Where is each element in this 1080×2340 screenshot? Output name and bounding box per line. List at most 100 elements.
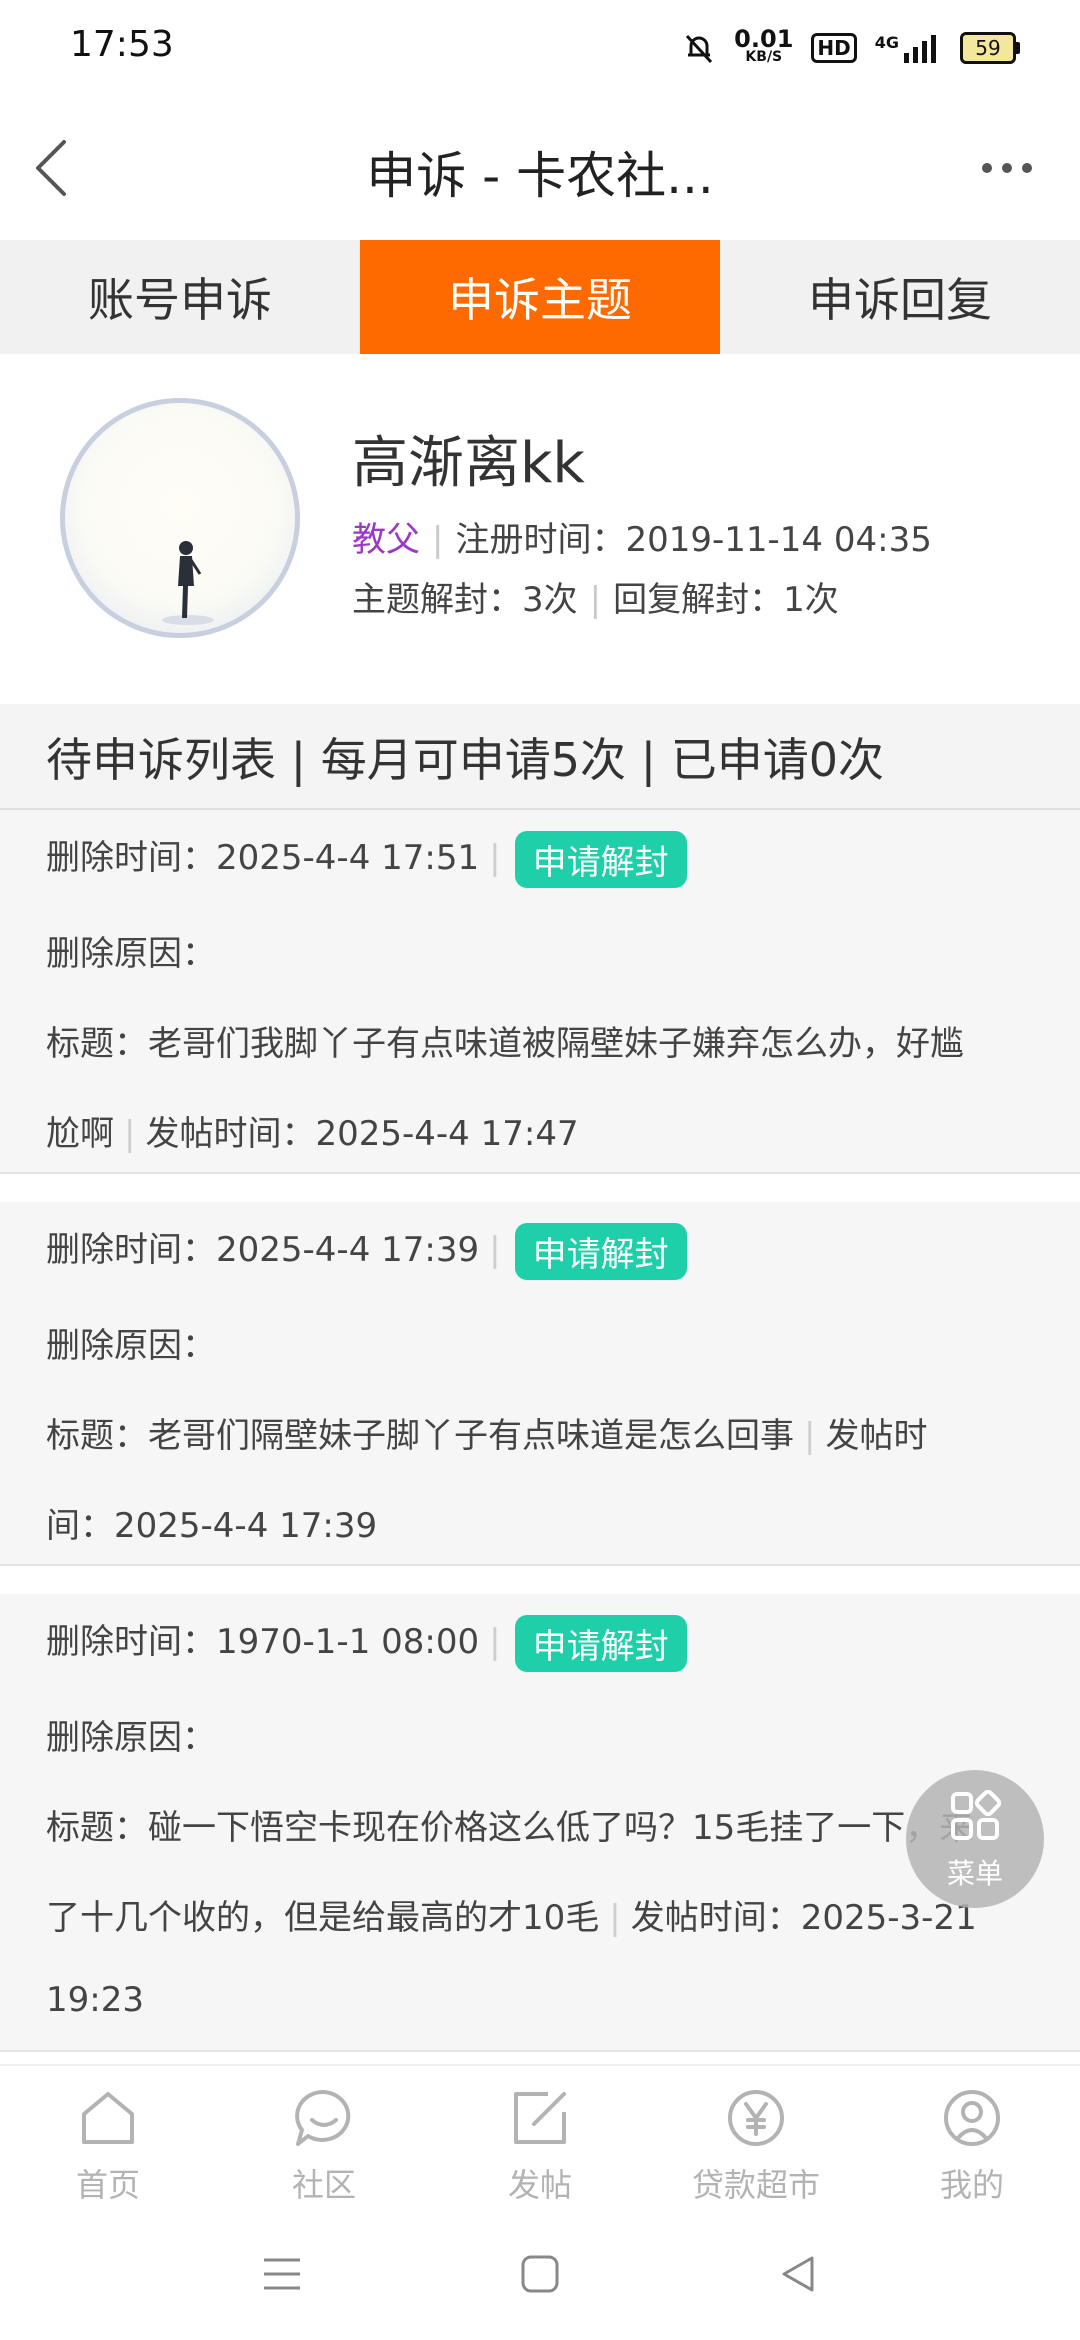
tab-topic-appeal[interactable]: 申诉主题 [360,240,720,354]
nav-community-label: 社区 [291,2166,356,2204]
appeal-tabs: 账号申诉 申诉主题 申诉回复 [0,240,1080,354]
back-triangle-icon[interactable] [778,2254,818,2294]
edit-icon [514,2092,566,2144]
post-title-line2: 尬啊 | 发帖时间：2025-4-4 17:47 [46,1106,579,1155]
post-time-label-a: 发帖时 [825,1416,928,1456]
battery-icon: 59 [960,32,1016,64]
delete-time-row: 删除时间：1970-1-1 08:00 | 申请解封 [46,1614,687,1672]
list-item: 删除时间：2025-4-4 17:51 | 申请解封 删除原因： 标题：老哥们我脚丫… [0,810,1080,1174]
delete-time-label: 删除时间： [46,1622,216,1662]
page-title: 申诉 - 卡农社... [366,147,714,205]
hd-badge: HD [811,33,857,63]
floating-menu-button[interactable]: 菜单 [906,1770,1044,1908]
top-header: 申诉 - 卡农社... [0,96,1080,240]
reg-time: 2019-11-14 04:35 [625,520,932,560]
post-title-line1: 标题：老哥们我脚丫子有点味道被隔壁妹子嫌弃怎么办，好尴 [46,1016,964,1065]
system-nav-bar [0,2208,1080,2340]
delete-time: 2025-4-4 17:51 [216,838,480,878]
post-time-label-b: 间： [46,1506,114,1546]
user-level: 教父 [352,520,420,560]
nav-post[interactable]: 发帖 [432,2066,648,2210]
profile-meta-line2: 主题解封：3次 | 回复解封：1次 [352,572,839,621]
post-time-line3: 19:23 [46,1980,144,2020]
post-time-label: 发帖时间： [630,1898,801,1938]
reg-time-label: 注册时间： [455,520,626,560]
nav-home[interactable]: 首页 [0,2066,216,2210]
tab-reply-appeal[interactable]: 申诉回复 [720,240,1080,354]
home-icon [82,2092,134,2144]
username: 高渐离kk [352,431,585,496]
post-title-line2: 间：2025-4-4 17:39 [46,1498,377,1547]
floating-menu-label: 菜单 [946,1857,1003,1890]
menu-lines-icon[interactable] [262,2254,302,2294]
speed-value: 0.01 [734,25,794,53]
pending-list-header: 待申诉列表 | 每月可申请5次 | 已申请0次 [0,704,1080,810]
post-title-cont[interactable]: 了十几个收的，但是给最高的才10毛 [46,1898,599,1938]
avatar-figure-icon [162,541,214,625]
nav-community[interactable]: 社区 [216,2066,432,2210]
post-title-line1: 标题：老哥们隔壁妹子脚丫子有点味道是怎么回事 | 发帖时 [46,1408,927,1457]
delete-time-row: 删除时间：2025-4-4 17:39 | 申请解封 [46,1222,687,1280]
back-arrow-icon[interactable] [26,136,86,200]
nav-post-label: 发帖 [507,2166,572,2204]
reply-unseal-count: 1次 [783,580,839,620]
delete-time: 1970-1-1 08:00 [216,1622,480,1662]
apply-unseal-button[interactable]: 申请解封 [514,1223,687,1280]
nav-loan-market[interactable]: 贷款超市 [648,2066,864,2210]
post-title-cont[interactable]: 尬啊 [46,1114,114,1154]
nav-profile[interactable]: 我的 [864,2066,1080,2210]
divider: | [489,1622,501,1662]
status-time: 17:53 [70,24,174,65]
delete-reason-label: 删除原因： [46,1718,216,1758]
delete-time-label: 删除时间： [46,1230,216,1270]
apply-unseal-button[interactable]: 申请解封 [514,1615,687,1672]
pending-list-title: 待申诉列表 | 每月可申请5次 | 已申请0次 [46,733,885,787]
signal-icon [904,35,936,63]
nav-loan-market-label: 贷款超市 [691,2166,820,2204]
title-label: 标题： [46,1808,148,1848]
home-square-icon[interactable] [520,2254,560,2294]
divider: | [804,1416,816,1456]
tab-account-appeal[interactable]: 账号申诉 [0,240,360,354]
mute-bell-icon [686,34,713,64]
status-bar: 17:53 0.01 KB/S HD 4G 59 [0,0,1080,96]
nav-profile-label: 我的 [939,2166,1004,2204]
avatar[interactable] [60,398,300,638]
post-time-label: 发帖时间： [145,1114,316,1154]
user-icon [944,2090,1000,2146]
post-time-cont: 19:23 [46,1980,144,2020]
network-type: 4G [874,33,899,52]
profile-meta-line1: 教父 | 注册时间：2019-11-14 04:35 [352,512,932,561]
title-label: 标题： [46,1024,148,1064]
user-profile: 高渐离kk 教父 | 注册时间：2019-11-14 04:35 主题解封：3次 | 回… [0,354,1080,704]
network-speed: 0.01 KB/S [734,25,794,66]
topic-unseal-count: 3次 [522,580,578,620]
post-title[interactable]: 老哥们我脚丫子有点味道被隔壁妹子嫌弃怎么办，好尴 [148,1024,964,1064]
post-title-line1: 标题：碰一下悟空卡现在价格这么低了吗？15毛挂了一下，来 [46,1800,973,1849]
title-label: 标题： [46,1416,148,1456]
post-title[interactable]: 碰一下悟空卡现在价格这么低了吗？15毛挂了一下，来 [148,1808,973,1848]
post-time: 2025-4-4 17:47 [315,1114,579,1154]
divider: | [432,520,444,560]
speed-unit: KB/S [745,49,783,65]
post-time: 2025-4-4 17:39 [114,1506,378,1546]
post-time: 2025-3-21 [800,1898,977,1938]
divider: | [124,1114,136,1154]
delete-time-label: 删除时间： [46,838,216,878]
chat-bubble-icon [295,2089,351,2146]
divider: | [489,1230,501,1270]
status-icons: 0.01 KB/S HD 4G 59 [682,24,1020,72]
nav-home-label: 首页 [75,2166,140,2204]
post-title-line2: 了十几个收的，但是给最高的才10毛 | 发帖时间：2025-3-21 [46,1890,977,1939]
apply-unseal-button[interactable]: 申请解封 [514,831,687,888]
divider: | [589,580,602,620]
grid-menu-icon [951,1790,1001,1840]
delete-reason-label: 删除原因： [46,934,216,974]
divider: | [609,1898,621,1938]
signal-indicator: 4G [875,33,942,63]
post-title[interactable]: 老哥们隔壁妹子脚丫子有点味道是怎么回事 [148,1416,794,1456]
list-item: 删除时间：2025-4-4 17:39 | 申请解封 删除原因： 标题：老哥们隔壁妹… [0,1202,1080,1566]
more-options-icon[interactable] [980,156,1034,180]
delete-time: 2025-4-4 17:39 [216,1230,480,1270]
yen-coin-icon [728,2090,784,2146]
